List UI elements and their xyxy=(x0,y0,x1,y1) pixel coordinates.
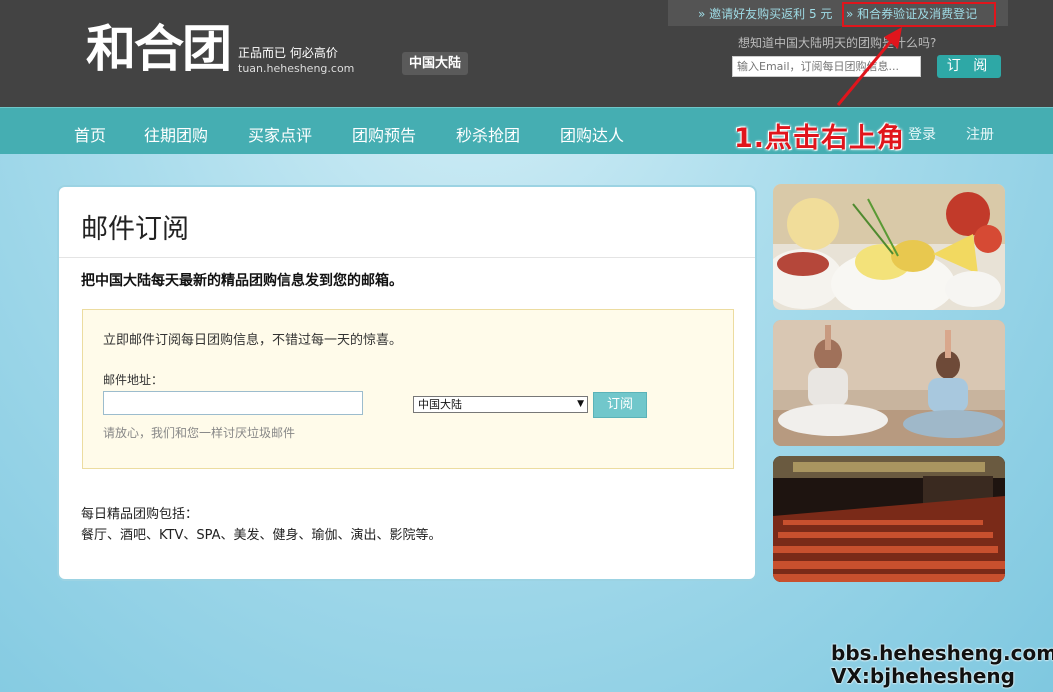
subscribe-panel: 邮件订阅 把中国大陆每天最新的精品团购信息发到您的邮箱。 立即邮件订阅每日团购信… xyxy=(57,185,757,581)
subscribe-form: 立即邮件订阅每日团购信息，不错过每一天的惊喜。 邮件地址： 中国大陆 ▼ 订阅 … xyxy=(82,309,734,469)
nav-item-flash-sale[interactable]: 秒杀抢团 xyxy=(456,122,520,146)
side-image-food[interactable] xyxy=(773,184,1005,310)
nav-item-past-deals[interactable]: 往期团购 xyxy=(144,122,208,146)
food-photo-icon xyxy=(773,184,1005,310)
title-divider xyxy=(59,257,755,258)
site-url: tuan.hehesheng.com xyxy=(238,62,355,75)
categories-list: 餐厅、酒吧、KTV、SPA、美发、健身、瑜伽、演出、影院等。 xyxy=(81,528,442,543)
privacy-note: 请放心，我们和您一样讨厌垃圾邮件 xyxy=(103,426,296,440)
subscribe-submit-button[interactable]: 订阅 xyxy=(593,392,647,418)
header-subscribe-button[interactable]: 订 阅 xyxy=(937,55,1001,78)
nav-item-reviews[interactable]: 买家点评 xyxy=(248,122,312,146)
nav-item-home[interactable]: 首页 xyxy=(74,122,106,146)
chevron-down-icon: ▼ xyxy=(577,399,584,409)
highlight-box xyxy=(842,2,996,27)
site-logo[interactable]: 和合团 xyxy=(86,20,232,78)
annotation-arrow-icon xyxy=(836,27,902,106)
site-slogan: 正品而已 何必高价 xyxy=(238,46,338,60)
nav-item-preview[interactable]: 团购预告 xyxy=(352,122,416,146)
categories-title: 每日精品团购包括： xyxy=(81,507,199,522)
register-link[interactable]: 注册 xyxy=(966,124,994,144)
watermark-site: bbs.hehesheng.com xyxy=(831,641,1053,665)
region-switcher[interactable]: 中国大陆 xyxy=(402,52,469,75)
nav-item-experts[interactable]: 团购达人 xyxy=(560,122,624,146)
page-title: 邮件订阅 xyxy=(81,214,189,245)
form-lead-text: 立即邮件订阅每日团购信息，不错过每一天的惊喜。 xyxy=(103,333,403,348)
side-image-yoga[interactable] xyxy=(773,320,1005,446)
side-image-theater[interactable] xyxy=(773,456,1005,582)
login-link[interactable]: 登录 xyxy=(908,124,936,144)
yoga-photo-icon xyxy=(773,320,1005,446)
watermark-wechat: VX:bjhehesheng xyxy=(831,664,1015,688)
email-field[interactable] xyxy=(103,391,363,415)
annotation-text: 1.点击右上角 xyxy=(734,123,906,154)
invite-friends-link[interactable]: » 邀请好友购买返利 5 元 xyxy=(698,5,832,22)
panel-intro: 把中国大陆每天最新的精品团购信息发到您的邮箱。 xyxy=(81,273,403,289)
city-select-value: 中国大陆 xyxy=(418,398,462,411)
theater-photo-icon xyxy=(773,456,1005,582)
email-label: 邮件地址： xyxy=(103,373,164,387)
city-select[interactable]: 中国大陆 ▼ xyxy=(413,396,588,413)
